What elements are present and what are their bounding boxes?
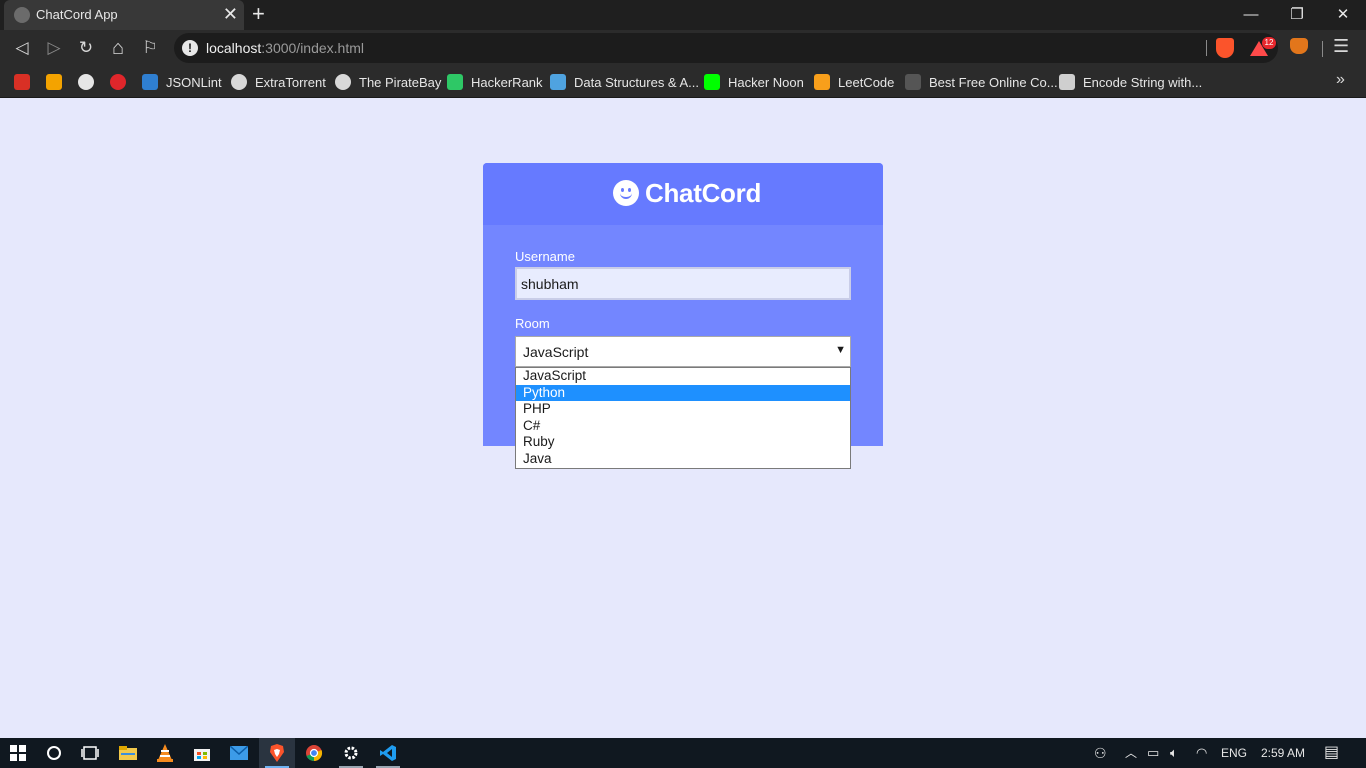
app-title: ChatCord [645, 178, 762, 208]
room-select[interactable]: JavaScript ▼ [515, 336, 851, 367]
room-option-javascript[interactable]: JavaScript [516, 368, 850, 385]
smile-icon [613, 180, 639, 206]
vlc-icon[interactable] [147, 738, 183, 768]
divider [1322, 41, 1323, 57]
json-icon [142, 74, 158, 90]
mail-icon[interactable] [221, 738, 257, 768]
room-label: Room [515, 316, 550, 331]
bookmark-best-free-online[interactable]: Best Free Online Co... [905, 72, 1058, 92]
bookmark-encode-string[interactable]: Encode String with... [1059, 72, 1202, 92]
bookmark-gmail[interactable] [14, 72, 38, 92]
join-header: ChatCord [483, 163, 883, 225]
new-tab-button[interactable]: + [252, 2, 265, 26]
bookmark-hackerrank[interactable]: HackerRank [447, 72, 543, 92]
chevron-up-icon[interactable]: ︿ [1125, 738, 1137, 768]
brave-shields-icon[interactable] [1216, 38, 1234, 58]
room-selected-value: JavaScript [523, 344, 589, 360]
forward-button[interactable]: ▷ [42, 36, 66, 60]
bookmark-piratebay[interactable]: The PirateBay [335, 72, 441, 92]
cortana-search-icon[interactable] [36, 738, 72, 768]
room-option-csharp[interactable]: C# [516, 418, 850, 435]
settings-gear-icon[interactable] [333, 738, 369, 768]
task-view-icon[interactable] [72, 738, 108, 768]
vscode-icon[interactable] [370, 738, 406, 768]
bookmark-jsonlint[interactable]: JSONLint [142, 72, 222, 92]
url-text[interactable]: localhost:3000/index.html [206, 40, 364, 56]
tab-close-button[interactable]: ✕ [223, 3, 238, 25]
info-icon[interactable]: ! [182, 40, 198, 56]
language-indicator[interactable]: ENG [1221, 738, 1247, 768]
battery-icon[interactable]: ▭ [1147, 738, 1159, 768]
notifications-icon[interactable]: ▤ [1324, 738, 1339, 768]
back-button[interactable]: ◁ [10, 36, 34, 60]
hackernoon-icon [704, 74, 720, 90]
github-icon [78, 74, 94, 90]
bookmarks-overflow-button[interactable]: » [1336, 71, 1345, 89]
metamask-icon[interactable] [1290, 38, 1308, 54]
file-explorer-icon[interactable] [110, 738, 146, 768]
leetcode-icon [814, 74, 830, 90]
bookmark-opera[interactable] [110, 72, 134, 92]
restore-button[interactable]: ❐ [1274, 0, 1320, 30]
book-icon [1059, 74, 1075, 90]
udemy-icon [550, 74, 566, 90]
bookmark-extratorrent[interactable]: ExtraTorrent [231, 72, 326, 92]
shield-page-icon [905, 74, 921, 90]
people-icon[interactable]: ⚇ [1094, 738, 1107, 768]
address-bar[interactable]: ! localhost:3000/index.html 12 [174, 33, 1278, 63]
globe-icon [14, 7, 30, 23]
brave-browser-icon[interactable] [259, 738, 295, 768]
bookmark-button[interactable]: ⚐ [138, 36, 162, 60]
windows-start-icon[interactable] [0, 738, 36, 768]
browser-tab[interactable]: ChatCord App ✕ [4, 0, 244, 30]
bookmark-github[interactable] [78, 72, 102, 92]
room-option-php[interactable]: PHP [516, 401, 850, 418]
bookmark-leetcode[interactable]: LeetCode [814, 72, 894, 92]
rewards-badge: 12 [1262, 37, 1276, 49]
clock[interactable]: 2:59 AM [1261, 738, 1305, 768]
globe-icon [335, 74, 351, 90]
caret-down-icon: ▼ [835, 344, 846, 356]
hourglass-icon [46, 74, 62, 90]
wifi-icon[interactable]: ◠ [1196, 738, 1207, 768]
bookmark-data-structures[interactable]: Data Structures & A... [550, 72, 699, 92]
close-window-button[interactable]: ✕ [1320, 0, 1366, 30]
username-label: Username [515, 249, 575, 264]
chrome-icon[interactable] [296, 738, 332, 768]
home-button[interactable]: ⌂ [106, 36, 130, 60]
divider [1206, 40, 1207, 56]
globe-icon [231, 74, 247, 90]
bookmarks-bar: JSONLint ExtraTorrent The PirateBay Hack… [0, 66, 1366, 98]
browser-toolbar: ◁ ▷ ↻ ⌂ ⚐ ! localhost:3000/index.html 12… [0, 30, 1366, 66]
room-option-python[interactable]: Python [516, 384, 850, 401]
gmail-icon [14, 74, 30, 90]
tab-title: ChatCord App [36, 7, 118, 22]
tab-strip: ChatCord App ✕ + — ❐ ✕ [0, 0, 1366, 30]
room-dropdown-list: JavaScript Python PHP C# Ruby Java [515, 367, 851, 469]
taskbar: ⚇ ︿ ▭ 🔈︎ ◠ ENG 2:59 AM ▤ [0, 738, 1366, 768]
bookmark-hourglass[interactable] [46, 72, 70, 92]
menu-icon[interactable]: ☰ [1333, 36, 1349, 57]
store-icon[interactable] [184, 738, 220, 768]
opera-icon [110, 74, 126, 90]
reload-button[interactable]: ↻ [74, 36, 98, 60]
minimize-button[interactable]: — [1228, 0, 1274, 30]
hackerrank-icon [447, 74, 463, 90]
volume-icon[interactable]: 🔈︎ [1170, 738, 1178, 768]
room-option-ruby[interactable]: Ruby [516, 434, 850, 451]
username-input[interactable] [515, 267, 851, 300]
room-option-java[interactable]: Java [516, 451, 850, 468]
bookmark-hacker-noon[interactable]: Hacker Noon [704, 72, 804, 92]
